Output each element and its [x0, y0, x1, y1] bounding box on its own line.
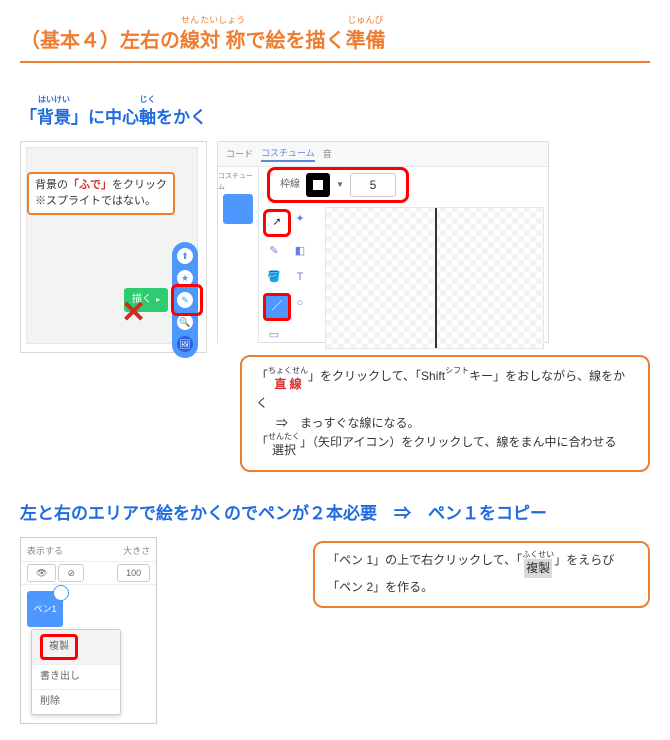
center-axis-line: [435, 208, 437, 348]
context-menu: 複製 書き出し 削除: [31, 629, 121, 715]
label-show: 表示する: [27, 544, 63, 558]
menu-duplicate[interactable]: 複製: [32, 630, 120, 664]
visibility-off[interactable]: ⊘: [58, 564, 84, 582]
subtitle-background-axis: 「はいけい背景 」に中心じく軸 をかく: [20, 83, 650, 131]
eraser-tool[interactable]: ◧: [289, 241, 311, 263]
instruction-bubble-copy: 「ペン 1」の上で右クリックして、「ふくせい複製」をえらび 「ペン 2」を作る。: [313, 541, 650, 607]
costume-thumb[interactable]: [223, 194, 253, 224]
circle-tool[interactable]: ○: [289, 293, 311, 315]
paint-canvas[interactable]: [325, 207, 544, 349]
sprite-pen1[interactable]: ペン1: [27, 591, 63, 627]
subtitle-copy-pen: 左と右のエリアで絵をかくのでペンが２本必要 ⇒ ペン１をコピー: [20, 500, 650, 527]
upload-icon[interactable]: ⬆: [177, 248, 193, 264]
stroke-label: 枠線: [280, 177, 300, 193]
note-click-brush: 背景の「ふで」をクリック ※スプライトではない。: [27, 172, 175, 215]
tab-code[interactable]: コード: [226, 147, 253, 161]
rect-tool[interactable]: ▭: [263, 325, 285, 347]
label-size: 大きさ: [123, 544, 150, 558]
chevron-down-icon[interactable]: ▼: [336, 179, 344, 192]
sprite-editor-thumbnail: 背景の「ふで」をクリック ※スプライトではない。 描く▸ ⬆ ★ ✎ 🔍 🖼 ✕: [20, 141, 207, 353]
editor-toolbar: 枠線 ▼ 5: [259, 167, 548, 203]
stroke-color-swatch[interactable]: [306, 173, 330, 197]
menu-export[interactable]: 書き出し: [32, 664, 120, 689]
menu-delete[interactable]: 削除: [32, 689, 120, 714]
highlight-paint: [171, 284, 203, 316]
brush-tool[interactable]: ✎: [263, 241, 285, 263]
line-tool[interactable]: ／: [263, 293, 291, 321]
search-icon[interactable]: 🔍: [177, 314, 193, 330]
fill-tool[interactable]: 🪣: [263, 267, 285, 289]
tab-costume[interactable]: コスチューム: [261, 146, 315, 162]
delete-sprite-icon[interactable]: [53, 585, 69, 601]
instruction-bubble-line: 「ちょくせん直 線」をクリックして、「Shiftシフト キー」をおしながら、線を…: [240, 355, 650, 472]
sidebar-label: コスチューム: [218, 171, 258, 193]
cross-icon: ✕: [121, 289, 146, 337]
tool-grid: ➚ ✦ ✎ ◧ 🪣 T ／ ○ ▭: [259, 203, 321, 353]
tab-sound[interactable]: 音: [323, 147, 332, 161]
select-tool[interactable]: ➚: [263, 209, 291, 237]
visibility-toggle[interactable]: 👁: [27, 564, 56, 582]
choose-icon[interactable]: 🖼: [177, 336, 193, 352]
sprite-panel: 表示する 大きさ 👁 ⊘ 100 ペン1 複製 書き出し 削除: [20, 537, 157, 724]
page-title: （基本４） 左右の せん線 たいしょう対 称 で絵を描く じゅんび準備: [20, 16, 650, 57]
highlight-stroke-settings: 枠線 ▼ 5: [267, 167, 409, 203]
size-input[interactable]: 100: [117, 564, 150, 582]
reshape-tool[interactable]: ✦: [289, 209, 311, 231]
text-tool[interactable]: T: [289, 267, 311, 289]
paint-editor: コード コスチューム 音 コスチューム 枠線 ▼ 5: [217, 141, 549, 343]
stroke-width-input[interactable]: 5: [350, 173, 396, 197]
